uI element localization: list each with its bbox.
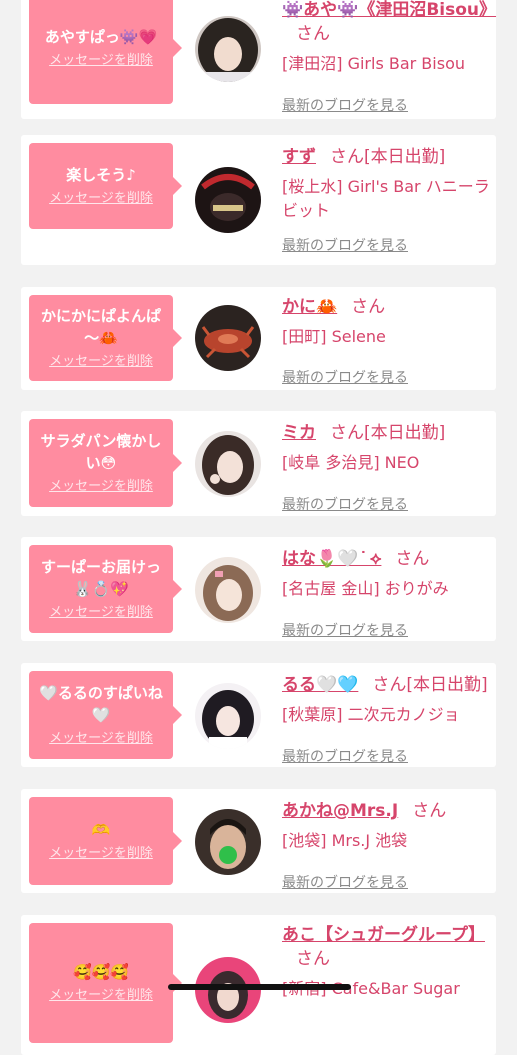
message-text: サラダパン懐かしい😳 [40, 432, 162, 472]
latest-blog-link[interactable]: 最新のブログを見る [282, 620, 408, 640]
latest-blog-link[interactable]: 最新のブログを見る [282, 95, 408, 115]
list-item: サラダパン懐かしい😳 メッセージを削除 ミカ さん[本日出勤] [岐阜 多治見] … [21, 411, 496, 516]
avatar[interactable] [195, 16, 261, 82]
list-item: 🤍るるのすぱいね🤍 メッセージを削除 るる🤍🩵 さん[本日出勤] [秋葉原] 二次… [21, 663, 496, 767]
shop-label: [田町] Selene [282, 327, 386, 346]
honorific: さん [296, 949, 330, 969]
list-item: 🫶 メッセージを削除 あかね@Mrs.J さん [池袋] Mrs.J 池袋 最新の… [21, 789, 496, 893]
message-text: 🥰🥰🥰 [72, 963, 130, 981]
latest-blog-link[interactable]: 最新のブログを見る [282, 872, 408, 892]
list-item: あやすぱっ👾💗 メッセージを削除 👾あや👾《津田沼Bisou》さん [津田沼] … [21, 0, 496, 119]
honorific: さん [395, 549, 430, 569]
delete-message-link[interactable]: メッセージを削除 [49, 730, 153, 748]
honorific: さん [351, 297, 386, 317]
cast-name-link[interactable]: はな🌷🤍 ͘ ⟡ [282, 549, 381, 569]
delete-message-link[interactable]: メッセージを削除 [49, 478, 153, 496]
honorific: さん [412, 801, 447, 821]
avatar[interactable] [195, 957, 261, 1023]
message-bubble: 🤍るるのすぱいね🤍 メッセージを削除 [29, 671, 182, 759]
home-indicator[interactable] [168, 984, 351, 990]
shop-label: [秋葉原] 二次元カノジョ [282, 705, 460, 724]
latest-blog-link[interactable]: 最新のブログを見る [282, 367, 408, 387]
message-bubble: 楽しそう♪ メッセージを削除 [29, 143, 182, 229]
cast-name-link[interactable]: ミカ [282, 423, 316, 443]
shop-label: [岐阜 多治見] NEO [282, 453, 420, 472]
message-text: 楽しそう♪ [66, 166, 136, 184]
avatar[interactable] [195, 809, 261, 875]
message-bubble: かにかにぱよんぱ～🦀 メッセージを削除 [29, 295, 182, 381]
delete-message-link[interactable]: メッセージを削除 [49, 845, 153, 863]
avatar[interactable] [195, 167, 261, 233]
cast-name-link[interactable]: 👾あや👾《津田沼Bisou》 [282, 0, 496, 20]
cast-name-link[interactable]: すず [282, 147, 316, 167]
honorific: さん [330, 423, 364, 443]
cast-name-link[interactable]: あかね@Mrs.J [282, 801, 398, 821]
honorific: さん [372, 675, 407, 695]
message-text: かにかにぱよんぱ～🦀 [40, 307, 161, 347]
honorific: さん [296, 24, 330, 44]
on-duty-badge: [本日出勤] [364, 423, 446, 443]
delete-message-link[interactable]: メッセージを削除 [49, 190, 153, 208]
shop-label: [名古屋 金山] おりがみ [282, 579, 449, 598]
avatar[interactable] [195, 305, 261, 371]
shop-label: [桜上水] Girl's Bar ハニーラビット [282, 177, 490, 220]
latest-blog-link[interactable]: 最新のブログを見る [282, 746, 408, 766]
delete-message-link[interactable]: メッセージを削除 [49, 52, 153, 70]
message-text: 🫶 [91, 821, 111, 839]
shop-label: [池袋] Mrs.J 池袋 [282, 831, 408, 850]
message-bubble: サラダパン懐かしい😳 メッセージを削除 [29, 419, 182, 507]
message-bubble: 🫶 メッセージを削除 [29, 797, 182, 885]
avatar[interactable] [195, 431, 261, 497]
cast-name-link[interactable]: あこ【シュガーグループ】 [282, 925, 485, 945]
list-item: かにかにぱよんぱ～🦀 メッセージを削除 かに🦀 さん [田町] Selene 最新… [21, 287, 496, 390]
cast-name-link[interactable]: るる🤍🩵 [282, 675, 358, 695]
message-bubble: あやすぱっ👾💗 メッセージを削除 [29, 0, 182, 104]
message-bubble: 🥰🥰🥰 メッセージを削除 [29, 923, 182, 1043]
message-text: あやすぱっ👾💗 [44, 28, 158, 46]
avatar[interactable] [195, 683, 261, 749]
delete-message-link[interactable]: メッセージを削除 [49, 604, 153, 622]
honorific: さん [330, 147, 364, 167]
delete-message-link[interactable]: メッセージを削除 [49, 353, 153, 371]
latest-blog-link[interactable]: 最新のブログを見る [282, 494, 408, 514]
on-duty-badge: [本日出勤] [406, 675, 488, 695]
message-bubble: すーぱーお届けっ🐰💍💖 メッセージを削除 [29, 545, 182, 633]
cast-name-link[interactable]: かに🦀 [282, 297, 337, 317]
list-item: すーぱーお届けっ🐰💍💖 メッセージを削除 はな🌷🤍 ͘ ⟡ さん [名古屋 金山]… [21, 537, 496, 641]
delete-message-link[interactable]: メッセージを削除 [49, 987, 153, 1005]
message-text: すーぱーお届けっ🐰💍💖 [40, 558, 161, 598]
message-text: 🤍るるのすぱいね🤍 [39, 684, 163, 724]
shop-label: [津田沼] Girls Bar Bisou [282, 54, 465, 73]
list-item: 楽しそう♪ メッセージを削除 すず さん[本日出勤] [桜上水] Girl's B… [21, 135, 496, 265]
latest-blog-link[interactable]: 最新のブログを見る [282, 235, 408, 255]
on-duty-badge: [本日出勤] [364, 147, 446, 167]
avatar[interactable] [195, 557, 261, 623]
